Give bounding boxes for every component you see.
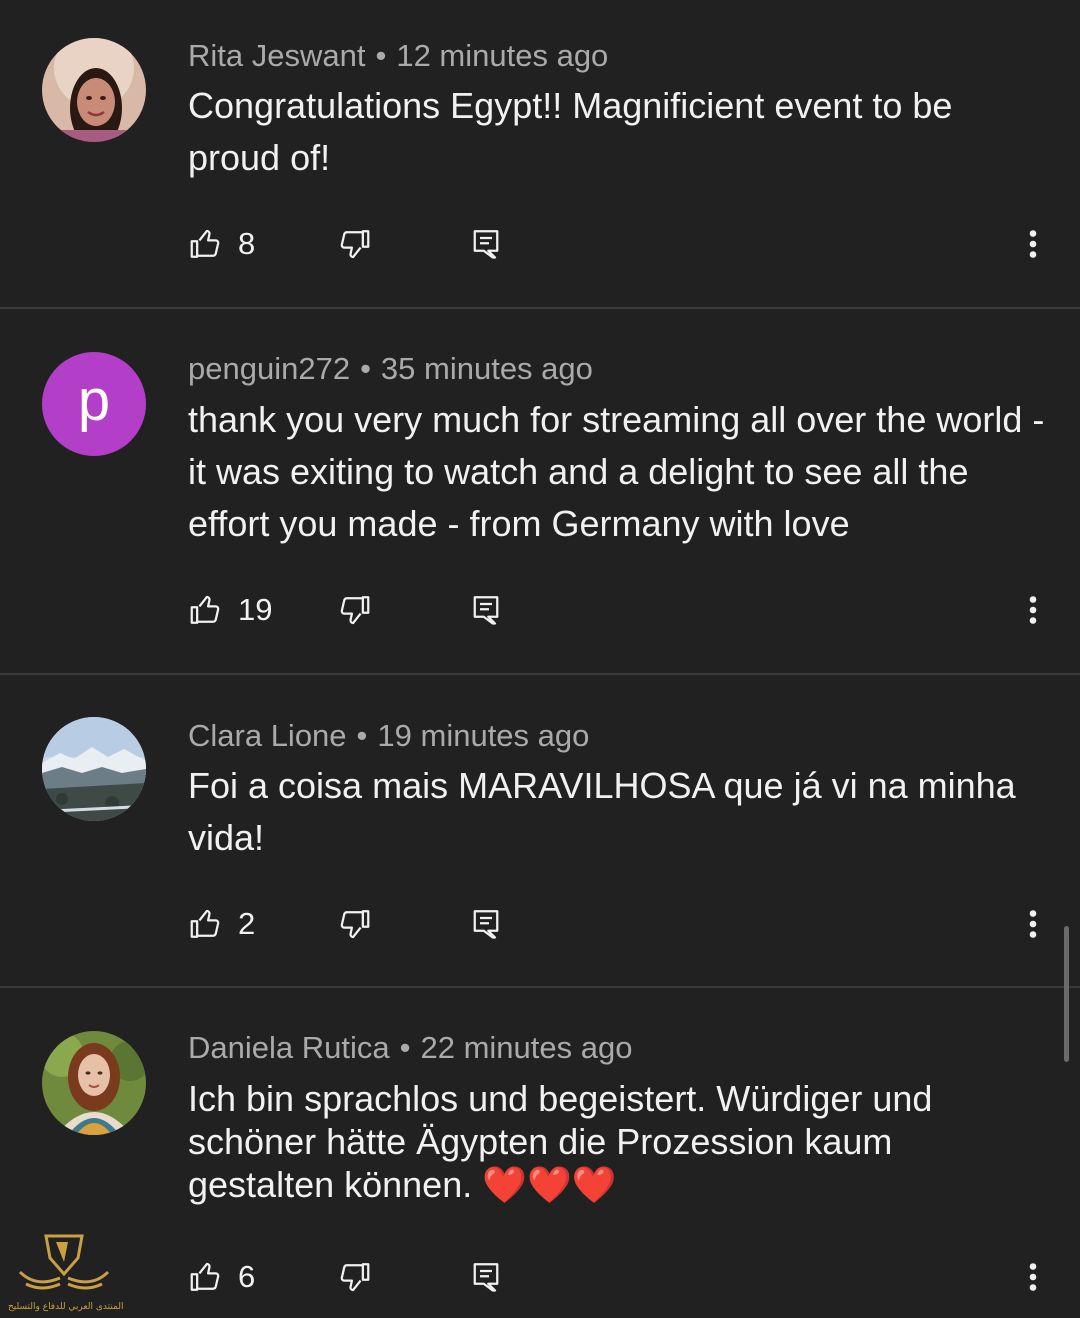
- comment-item: p penguin272 • 35 minutes ago thank you ve…: [0, 310, 1080, 673]
- more-options-button[interactable]: [1016, 224, 1050, 264]
- reply-icon: [468, 592, 504, 628]
- comment-time[interactable]: 22 minutes ago: [420, 1030, 632, 1065]
- thumb-up-icon: [188, 226, 224, 262]
- reply-icon: [468, 226, 504, 262]
- like-count: 19: [238, 592, 273, 627]
- reply-button[interactable]: [468, 1257, 504, 1297]
- comment-meta: Rita Jeswant • 12 minutes ago: [188, 38, 608, 74]
- comment-divider: [0, 307, 1080, 309]
- like-count: 8: [238, 226, 256, 261]
- more-vertical-icon: [1027, 592, 1039, 628]
- dislike-button[interactable]: [336, 1257, 372, 1297]
- thumb-down-icon: [336, 226, 372, 262]
- comment-time[interactable]: 12 minutes ago: [396, 38, 608, 73]
- like-button[interactable]: 8: [188, 224, 255, 264]
- reply-icon: [468, 1259, 504, 1295]
- author-name[interactable]: Daniela Rutica: [188, 1030, 390, 1065]
- dislike-button[interactable]: [336, 224, 372, 264]
- dislike-button[interactable]: [336, 904, 372, 944]
- author-name[interactable]: Rita Jeswant: [188, 38, 365, 73]
- more-vertical-icon: [1027, 226, 1039, 262]
- author-name[interactable]: Clara Lione: [188, 718, 347, 753]
- reply-button[interactable]: [468, 590, 504, 630]
- comment-divider: [0, 986, 1080, 988]
- comment-text: thank you very much for streaming all ov…: [188, 399, 1045, 544]
- author-name[interactable]: penguin272: [188, 351, 350, 386]
- separator-dot: •: [360, 351, 371, 386]
- comment-item: Rita Jeswant • 12 minutes ago Congratulati…: [0, 0, 1080, 308]
- avatar[interactable]: [42, 38, 146, 142]
- more-vertical-icon: [1027, 1259, 1039, 1295]
- comment-meta: Clara Lione • 19 minutes ago: [188, 718, 589, 754]
- thumb-down-icon: [336, 906, 372, 942]
- dislike-button[interactable]: [336, 590, 372, 630]
- like-count: 6: [238, 1259, 256, 1294]
- more-options-button[interactable]: [1016, 1257, 1050, 1297]
- comment-text: Foi a coisa mais MARAVILHOSA que já vi n…: [188, 765, 1016, 858]
- reply-icon: [468, 906, 504, 942]
- thumb-down-icon: [336, 1259, 372, 1295]
- like-button[interactable]: 2: [188, 904, 255, 944]
- thumb-up-icon: [188, 1259, 224, 1295]
- thumb-up-icon: [188, 592, 224, 628]
- comment-text: Congratulations Egypt!! Magnificient eve…: [188, 85, 953, 178]
- comment-time[interactable]: 35 minutes ago: [381, 351, 593, 386]
- watermark-text: المنتدى العربي للدفاع والتسليح: [8, 1302, 124, 1312]
- separator-dot: •: [375, 38, 387, 73]
- comment-time[interactable]: 19 minutes ago: [377, 718, 589, 753]
- comment-item: Daniela Rutica • 22 minutes ago Ich bin sp…: [0, 989, 1080, 1318]
- thumb-down-icon: [336, 592, 372, 628]
- comment-actions: 19: [188, 590, 1058, 630]
- like-count: 2: [238, 906, 256, 941]
- reply-button[interactable]: [468, 224, 504, 264]
- comment-meta: Daniela Rutica • 22 minutes ago: [188, 1030, 632, 1066]
- avatar[interactable]: p: [42, 352, 146, 456]
- comment-actions: 8: [188, 224, 1058, 264]
- comment-text: Ich bin sprachlos und begeistert. Würdig…: [188, 1078, 933, 1205]
- avatar-letter: p: [77, 367, 111, 433]
- more-options-button[interactable]: [1016, 590, 1050, 630]
- more-options-button[interactable]: [1016, 904, 1050, 944]
- avatar[interactable]: [42, 1031, 146, 1135]
- avatar[interactable]: [42, 717, 146, 821]
- like-button[interactable]: 19: [188, 590, 272, 630]
- scrollbar-thumb[interactable]: [1064, 926, 1069, 1062]
- comment-item: Clara Lione • 19 minutes ago Foi a coisa m…: [0, 676, 1080, 986]
- comment-divider: [0, 673, 1080, 675]
- comment-actions: 6: [188, 1257, 1058, 1297]
- reply-button[interactable]: [468, 904, 504, 944]
- like-button[interactable]: 6: [188, 1257, 255, 1297]
- comment-actions: 2: [188, 904, 1058, 944]
- separator-dot: •: [399, 1030, 411, 1065]
- comment-meta: penguin272 • 35 minutes ago: [188, 351, 593, 387]
- thumb-up-icon: [188, 906, 224, 942]
- more-vertical-icon: [1027, 906, 1039, 942]
- separator-dot: •: [356, 718, 368, 753]
